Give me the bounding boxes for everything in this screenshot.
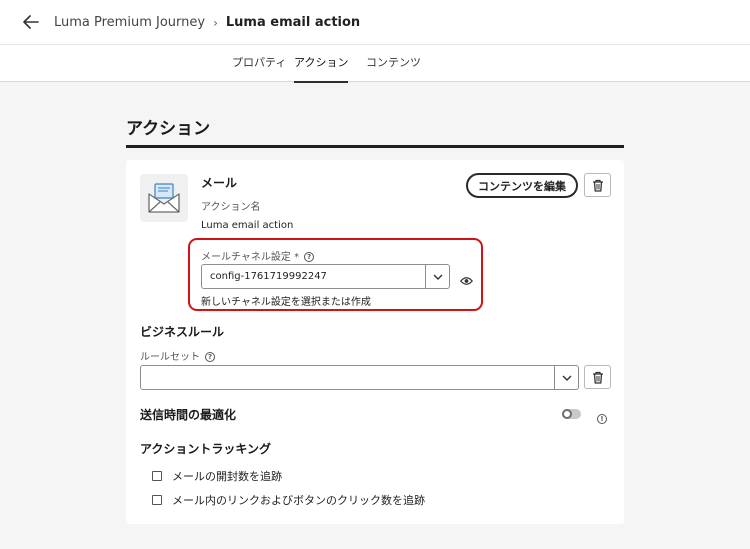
channel-config-label-row: メールチャネル設定 *? <box>201 248 315 263</box>
edit-content-button[interactable]: コンテンツを編集 <box>466 173 578 198</box>
help-icon-glyph: ! <box>597 413 607 424</box>
action-tracking-heading: アクショントラッキング <box>140 442 272 456</box>
top-bar: Luma Premium Journey › Luma email action <box>0 0 750 45</box>
breadcrumb-parent[interactable]: Luma Premium Journey <box>54 15 205 30</box>
track-opens-checkbox[interactable] <box>152 471 162 481</box>
channel-config-picker[interactable]: config-1761719992247 <box>201 264 450 289</box>
tab-properties[interactable]: プロパティ <box>232 45 286 82</box>
tab-bar: プロパティ アクション コンテンツ <box>0 45 750 83</box>
track-opens-label: メールの開封数を追跡 <box>172 470 282 483</box>
track-clicks-checkbox-row[interactable]: メール内のリンクおよびボタンのクリック数を追跡 <box>152 492 425 508</box>
delete-icon[interactable] <box>584 173 611 197</box>
page-title: アクション <box>126 119 211 139</box>
channel-config-help: 新しいチャネル設定を選択または作成 <box>201 297 371 308</box>
tab-action[interactable]: アクション <box>294 45 349 83</box>
channel-config-value: config-1761719992247 <box>210 271 327 282</box>
breadcrumb: Luma Premium Journey › Luma email action <box>54 0 360 45</box>
back-arrow-icon[interactable] <box>20 11 42 33</box>
preview-eye-icon[interactable] <box>460 271 473 290</box>
chevron-down-icon[interactable] <box>554 366 578 389</box>
ruleset-label-row: ルールセット? <box>140 348 215 363</box>
send-time-toggle[interactable] <box>562 409 581 419</box>
track-clicks-checkbox[interactable] <box>152 495 162 505</box>
channel-config-label: メールチャネル設定 * <box>201 252 300 263</box>
tab-content[interactable]: コンテンツ <box>366 45 421 82</box>
ruleset-label: ルールセット <box>140 352 200 363</box>
delete-icon[interactable] <box>584 365 611 389</box>
help-icon[interactable]: ! <box>597 408 607 427</box>
email-heading: メール <box>201 176 238 190</box>
help-icon[interactable]: ? <box>304 252 315 262</box>
help-icon[interactable]: ? <box>205 352 215 362</box>
track-clicks-label: メール内のリンクおよびボタンのクリック数を追跡 <box>172 494 425 507</box>
title-divider <box>126 145 624 148</box>
track-opens-checkbox-row[interactable]: メールの開封数を追跡 <box>152 468 282 484</box>
business-rules-heading: ビジネスルール <box>140 325 225 339</box>
action-name-value: Luma email action <box>201 220 294 231</box>
action-card: メール アクション名 Luma email action コンテンツを編集 メー… <box>126 160 624 524</box>
chevron-right-icon: › <box>213 15 218 30</box>
send-time-heading: 送信時間の最適化 <box>140 408 237 422</box>
breadcrumb-current: Luma email action <box>225 15 361 30</box>
email-envelope-icon <box>140 174 188 222</box>
ruleset-picker[interactable] <box>140 365 579 390</box>
chevron-down-icon[interactable] <box>425 265 449 288</box>
action-name-label: アクション名 <box>201 202 261 213</box>
